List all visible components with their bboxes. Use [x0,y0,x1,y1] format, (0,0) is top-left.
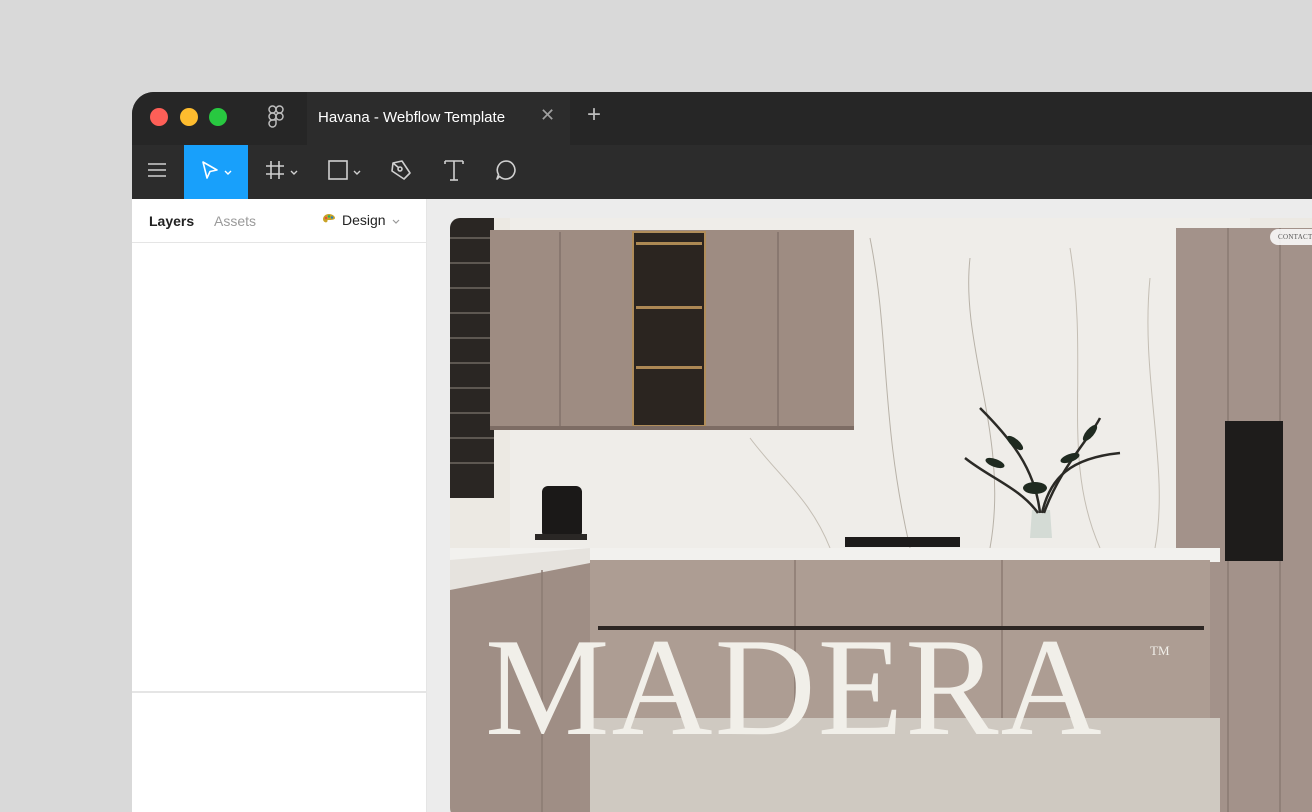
rectangle-icon [327,159,349,186]
minimize-window-button[interactable] [180,108,198,126]
chevron-down-icon [392,212,400,228]
contact-nav-button[interactable]: CONTACT [1270,229,1312,245]
move-tool-button[interactable] [184,145,248,199]
toolbar [132,145,1312,199]
design-canvas[interactable]: CONTACT MADERA TM [427,199,1312,812]
comment-tool-button[interactable] [494,145,518,199]
left-sidebar: Layers Assets Design [132,199,427,812]
app-window: Havana - Webflow Template ✕ + Layers Ass… [132,92,1312,812]
close-tab-icon[interactable]: ✕ [540,105,555,126]
hero-title: MADERA [485,610,1104,765]
tab-assets[interactable]: Assets [214,213,256,229]
tab-layers[interactable]: Layers [149,213,194,229]
chevron-down-icon [353,163,361,181]
tab-design[interactable]: Design [322,212,400,228]
design-tab-label: Design [342,212,386,228]
maximize-window-button[interactable] [209,108,227,126]
trademark-label: TM [1150,643,1170,658]
comment-icon [494,158,518,187]
shape-tool-button[interactable] [327,145,361,199]
pen-icon [390,159,412,186]
file-tab-title: Havana - Webflow Template [318,109,506,126]
pen-tool-button[interactable] [390,145,412,199]
frame-tool-button[interactable] [264,145,298,199]
chevron-down-icon [224,163,232,181]
menu-icon [146,161,168,184]
sidebar-divider [132,691,426,693]
hero-artboard[interactable]: CONTACT MADERA TM [450,218,1312,812]
frame-icon [264,159,286,186]
text-icon [443,158,465,187]
close-window-button[interactable] [150,108,168,126]
figma-logo-icon[interactable] [266,105,286,136]
new-tab-button[interactable]: + [587,101,601,129]
title-bar: Havana - Webflow Template ✕ + [132,92,1312,145]
palette-icon [322,212,336,228]
chevron-down-icon [290,163,298,181]
main-menu-button[interactable] [146,145,168,199]
file-tab[interactable]: Havana - Webflow Template ✕ [307,92,570,145]
text-tool-button[interactable] [443,145,465,199]
move-icon [200,160,220,185]
sidebar-tabs: Layers Assets Design [132,199,426,243]
